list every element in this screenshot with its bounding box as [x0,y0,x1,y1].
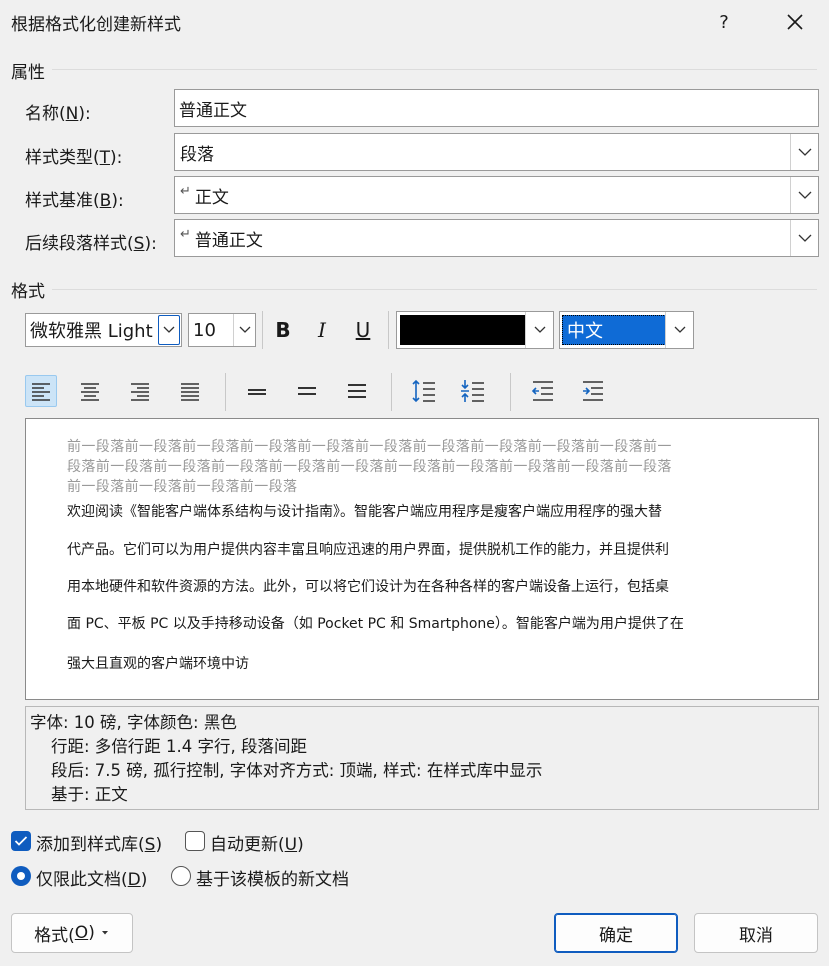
dialog-title: 根据格式化创建新样式 [11,15,181,35]
script-combo[interactable]: 中文 [559,311,694,349]
chevron-down-icon[interactable] [158,315,180,345]
chevron-down-icon[interactable] [790,134,818,170]
decrease-indent-button[interactable] [527,375,559,407]
underline-button[interactable]: U [347,314,379,346]
align-right-button[interactable] [124,375,156,407]
font-size-combo[interactable]: 10 [188,313,256,347]
align-right-icon [131,383,149,401]
add-to-gallery-checkbox[interactable] [11,831,31,851]
style-description: 字体: 10 磅, 字体颜色: 黑色 行距: 多倍行距 1.4 字行, 段落间距… [25,706,819,810]
chevron-down-icon[interactable] [665,312,693,348]
bold-button[interactable]: B [267,314,299,346]
decrease-spacing-button[interactable] [457,375,489,407]
font-color-combo[interactable] [396,311,554,349]
sample-text-line: 欢迎阅读《智能客户端体系结构与设计指南》。智能客户端应用程序是瘦客户端应用程序的… [67,504,662,520]
decrease-spacing-icon [461,380,484,402]
align-left-button[interactable] [25,375,57,407]
add-to-gallery-label[interactable]: 添加到样式库(S) [36,830,162,855]
close-button[interactable] [774,4,816,40]
format-divider [52,289,817,290]
ok-button[interactable]: 确定 [554,913,678,953]
style-type-label: 样式类型(T): [25,148,123,168]
new-docs-template-radio[interactable] [171,866,191,886]
chevron-down-icon[interactable] [233,314,255,346]
sample-text-line: 面 PC、平板 PC 以及手持移动设备（如 Pocket PC 和 Smartp… [67,616,684,632]
auto-update-checkbox[interactable] [185,831,205,851]
properties-divider [52,69,817,70]
onehalf-spacing-button[interactable] [291,375,323,407]
single-spacing-icon [248,389,266,395]
next-style-combo[interactable]: ↵ 普通正文 [174,219,819,257]
chevron-down-icon[interactable] [790,177,818,213]
align-left-icon [32,383,50,401]
only-this-doc-label[interactable]: 仅限此文档(D) [36,865,147,890]
italic-button[interactable]: I [306,314,338,346]
auto-update-label[interactable]: 自动更新(U) [210,830,304,855]
align-center-button[interactable] [74,375,106,407]
format-section-label: 格式 [11,282,45,302]
double-spacing-icon [348,384,366,398]
justify-icon [181,383,199,401]
style-base-combo[interactable]: ↵ 正文 [174,176,819,214]
checkmark-icon [14,836,28,846]
double-spacing-button[interactable] [341,375,373,407]
name-input[interactable]: 普通正文 [174,89,819,127]
increase-spacing-button[interactable] [408,375,440,407]
previous-paragraph-line: 段落前一段落前一段落前一段落前一段落前一段落前一段落前一段落前一段落前一段落前一… [67,459,672,475]
only-this-doc-radio[interactable] [11,866,31,886]
next-style-label: 后续段落样式(S): [25,234,157,254]
font-family-combo[interactable]: 微软雅黑 Light ( [25,313,182,347]
name-label: 名称(N): [25,104,91,124]
previous-paragraph-line: 前一段落前一段落前一段落前一段落前一段落前一段落前一段落前一段落前一段落前一段落… [67,439,672,455]
toolbar-separator [510,373,511,411]
chevron-down-icon[interactable] [525,312,553,348]
justify-button[interactable] [174,375,206,407]
style-type-combo[interactable]: 段落 [174,133,819,171]
toolbar-separator [391,373,392,411]
toolbar-separator [225,373,226,411]
style-base-label: 样式基准(B): [25,191,124,211]
sample-text-line: 强大且直观的客户端环境中访 [67,656,249,672]
previous-paragraph-line: 前一段落前一段落前一段落前一段落 [67,479,298,495]
increase-spacing-icon [412,379,435,403]
single-spacing-button[interactable] [241,375,273,407]
style-preview: 前一段落前一段落前一段落前一段落前一段落前一段落前一段落前一段落前一段落前一段落… [25,418,819,700]
cancel-button[interactable]: 取消 [694,913,818,953]
help-button[interactable]: ? [704,4,744,40]
format-menu-button[interactable]: 格式(O) [11,913,133,953]
align-center-icon [81,383,99,401]
onehalf-spacing-icon [298,387,316,395]
increase-indent-button[interactable] [577,375,609,407]
sample-text-line: 代产品。它们可以为用户提供内容丰富且响应迅速的用户界面，提供脱机工作的能力，并且… [67,542,669,558]
color-swatch [400,315,526,345]
properties-section-label: 属性 [11,63,45,83]
sample-text-line: 用本地硬件和软件资源的方法。此外，可以将它们设计为在各种各样的客户端设备上运行，… [67,579,669,595]
chevron-down-icon[interactable] [790,220,818,256]
increase-indent-icon [583,381,603,401]
decrease-indent-icon [531,381,553,401]
caret-down-icon [101,931,108,935]
close-icon [787,14,803,30]
paragraph-mark-icon: ↵ [180,226,191,242]
title-bar: 根据格式化创建新样式 ? [0,0,829,44]
paragraph-mark-icon: ↵ [180,183,191,199]
toolbar-separator [388,311,389,349]
toolbar-separator [262,311,263,349]
new-docs-template-label[interactable]: 基于该模板的新文档 [196,865,349,890]
